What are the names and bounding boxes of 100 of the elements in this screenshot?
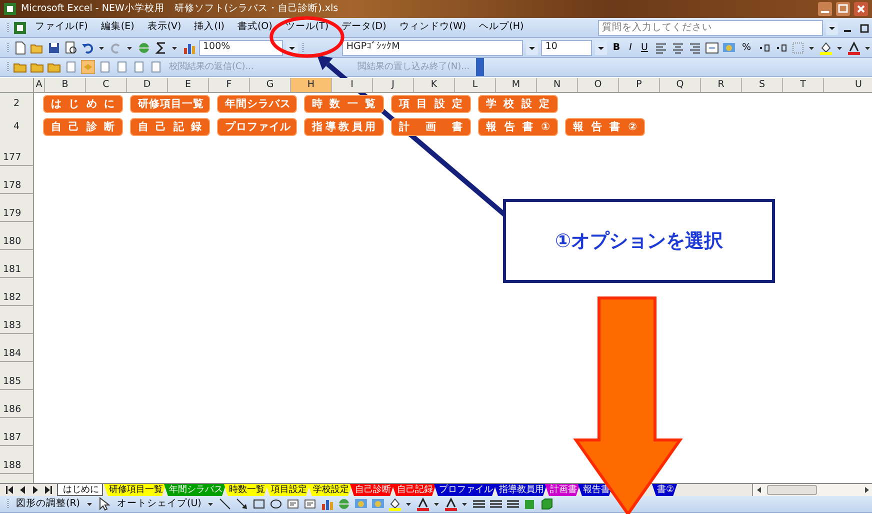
dropdown-icon[interactable] [826, 20, 838, 34]
dropdown-icon[interactable] [594, 40, 607, 54]
sheet-tab[interactable]: はじめに [57, 484, 103, 496]
row-header[interactable]: 187 [0, 418, 34, 446]
column-header[interactable]: Q [660, 78, 701, 92]
row-header[interactable]: 183 [0, 306, 34, 334]
sheet-tab[interactable]: 学校設定 [308, 484, 352, 496]
menu-item[interactable]: ファイル(F) [30, 20, 93, 35]
column-header[interactable]: M [496, 78, 537, 92]
sheet-tab[interactable]: 計画書 [545, 484, 580, 496]
arrow-icon[interactable] [235, 497, 250, 511]
page-icon[interactable] [149, 60, 163, 74]
row-header[interactable]: 186 [0, 390, 34, 418]
sheet-tab[interactable]: プロファイル [434, 484, 496, 496]
font-color-icon[interactable] [846, 40, 861, 54]
row-header[interactable]: 181 [0, 250, 34, 278]
column-header[interactable]: L [455, 78, 496, 92]
menu-item[interactable]: ウィンドウ(W) [394, 20, 472, 35]
merge-cells-icon[interactable] [704, 40, 719, 54]
draw-menu[interactable]: 図形の調整(R) [13, 496, 84, 512]
pointer-icon[interactable] [97, 497, 112, 511]
last-sheet-icon[interactable] [43, 483, 53, 497]
column-header[interactable]: K [414, 78, 455, 92]
sheet-tab[interactable]: 時数一覧 [224, 484, 268, 496]
undo-icon[interactable] [81, 40, 95, 54]
fill-color-icon[interactable] [818, 40, 833, 54]
row-header[interactable]: 185 [0, 362, 34, 390]
sheet-tab[interactable]: 書② [652, 484, 678, 496]
line-color-icon[interactable] [416, 497, 430, 511]
row-header[interactable]: 177 [0, 138, 34, 166]
print-preview-icon[interactable] [64, 40, 78, 54]
format-button[interactable]: U [638, 40, 651, 56]
fill-color-icon[interactable] [388, 497, 402, 511]
percent-button[interactable]: % [738, 40, 754, 56]
font-color-icon[interactable] [444, 497, 458, 511]
column-header[interactable]: I [332, 78, 373, 92]
page-icon[interactable] [132, 60, 146, 74]
menu-item[interactable]: ヘルプ(H) [474, 20, 529, 35]
text-box-icon[interactable] [286, 497, 300, 511]
align-center-icon[interactable] [670, 40, 685, 54]
column-header[interactable]: T [783, 78, 824, 92]
sheet-tab[interactable]: 研修項目一覧 [104, 484, 166, 496]
line-icon[interactable] [218, 497, 232, 511]
row-header[interactable]: 179 [0, 194, 34, 222]
page-icon[interactable] [64, 60, 78, 74]
row-header[interactable]: 178 [0, 166, 34, 194]
new-file-icon[interactable] [13, 40, 27, 54]
menu-item[interactable]: 編集(E) [96, 20, 140, 35]
column-header[interactable]: B [45, 78, 86, 92]
globe-icon[interactable] [337, 497, 352, 511]
sheet-tab[interactable]: 項目設定 [266, 484, 310, 496]
menu-item[interactable]: 挿入(I) [189, 20, 230, 35]
autoshapes-menu[interactable]: オートシェイプ(U) [114, 496, 204, 512]
column-header[interactable]: E [168, 78, 209, 92]
format-button[interactable]: B [610, 40, 624, 56]
column-header[interactable]: P [619, 78, 660, 92]
close-icon[interactable] [854, 2, 868, 16]
sheet-tab[interactable]: 指導教員用 [494, 484, 547, 496]
column-header[interactable]: O [578, 78, 619, 92]
zoom-field[interactable]: 100% [199, 40, 283, 56]
row-header[interactable]: 182 [0, 278, 34, 306]
font-field[interactable]: HGPｺﾞｼｯｸM [342, 40, 524, 56]
menu-item[interactable]: 書式(O) [232, 20, 278, 35]
oval-icon[interactable] [269, 497, 284, 511]
rectangle-icon[interactable] [252, 497, 266, 511]
column-header[interactable]: J [373, 78, 414, 92]
row-header[interactable]: 184 [0, 334, 34, 362]
font-size-field[interactable]: 10 [541, 40, 592, 56]
save-icon[interactable] [47, 40, 61, 54]
format-button[interactable]: I [626, 40, 635, 56]
column-header[interactable]: D [127, 78, 168, 92]
column-header[interactable]: A [34, 78, 45, 92]
row-header[interactable]: 188 [0, 446, 34, 474]
column-header[interactable]: S [742, 78, 783, 92]
column-header[interactable]: N [537, 78, 578, 92]
row-header[interactable]: 2 [13, 97, 20, 112]
maximize-icon[interactable] [836, 2, 850, 16]
column-header[interactable]: R [701, 78, 742, 92]
column-header[interactable]: F [209, 78, 250, 92]
column-header[interactable]: H [291, 78, 332, 92]
first-sheet-icon[interactable] [4, 483, 14, 497]
menu-item[interactable]: ツール(T) [280, 20, 334, 35]
column-header[interactable]: C [86, 78, 127, 92]
sheet-tab[interactable]: 自己記録 [392, 484, 436, 496]
menu-item[interactable]: 表示(V) [142, 20, 186, 35]
menu-item[interactable]: データ(D) [336, 20, 392, 35]
next-sheet-icon[interactable] [30, 483, 40, 497]
column-header[interactable]: U [824, 78, 872, 92]
chart-icon[interactable] [320, 497, 334, 511]
row-header[interactable]: 180 [0, 222, 34, 250]
text-box-icon[interactable] [303, 497, 318, 511]
align-right-icon[interactable] [688, 40, 702, 54]
dropdown-icon[interactable] [526, 40, 538, 54]
align-left-icon[interactable] [654, 40, 668, 54]
help-search-field[interactable]: 質問を入力してください [598, 20, 823, 36]
toolbar-end-handle[interactable] [476, 58, 484, 76]
page-icon[interactable] [98, 60, 112, 74]
sum-icon[interactable] [154, 40, 168, 54]
row-header[interactable]: 4 [13, 120, 20, 134]
page-icon[interactable] [115, 60, 129, 74]
